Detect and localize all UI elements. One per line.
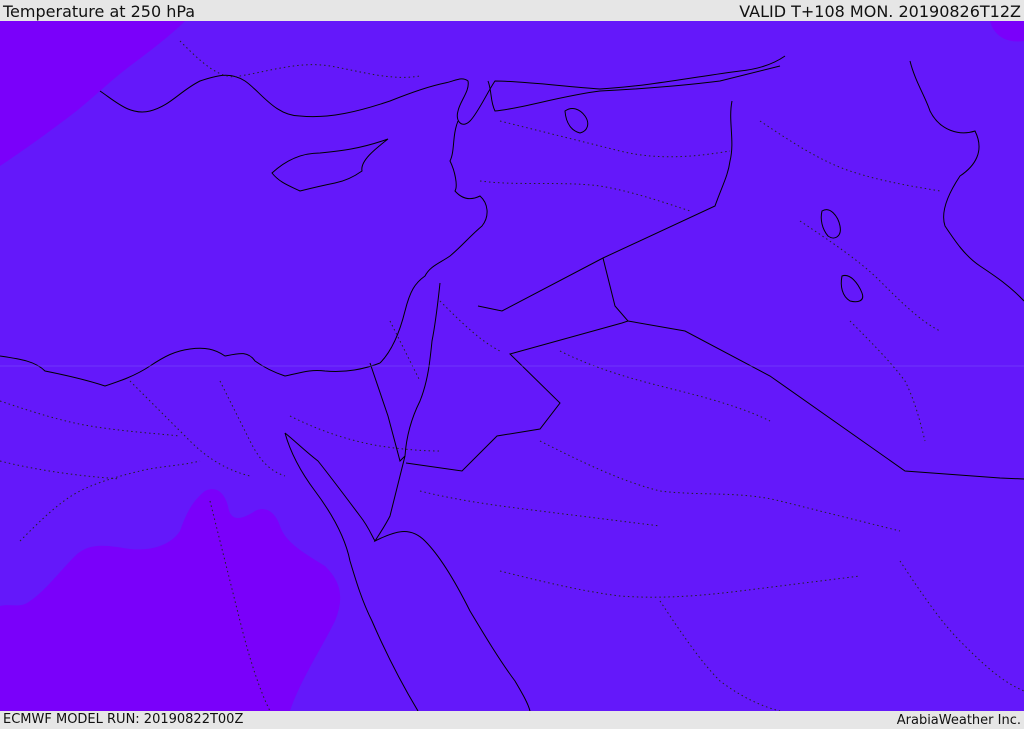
weather-map[interactable] xyxy=(0,21,1024,711)
footer-bar: ECMWF MODEL RUN: 20190822T00Z ArabiaWeat… xyxy=(0,711,1024,729)
valid-time: VALID T+108 MON. 20190826T12Z xyxy=(739,2,1021,21)
model-run: ECMWF MODEL RUN: 20190822T00Z xyxy=(3,712,244,727)
map-title: Temperature at 250 hPa xyxy=(3,2,196,21)
map-canvas xyxy=(0,21,1024,711)
credit: ArabiaWeather Inc. xyxy=(896,713,1021,728)
header-bar: Temperature at 250 hPa VALID T+108 MON. … xyxy=(0,0,1024,21)
